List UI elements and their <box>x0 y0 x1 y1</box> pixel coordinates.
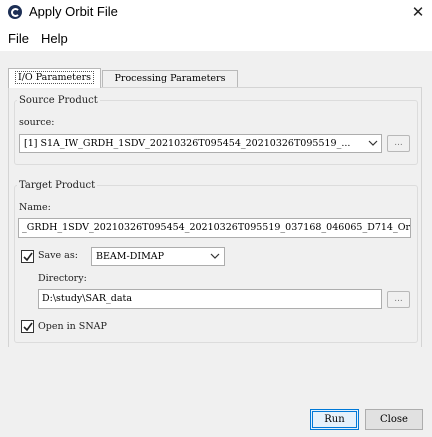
window-title: Apply Orbit File <box>29 4 118 19</box>
directory-label: Directory: <box>38 273 87 284</box>
run-button[interactable]: Run <box>310 409 359 430</box>
menu-bar: File Help <box>0 25 432 51</box>
run-button-label: Run <box>312 411 357 428</box>
save-as-label: Save as: <box>38 250 78 261</box>
target-name-input[interactable]: _GRDH_1SDV_20210326T095454_20210326T0955… <box>18 218 411 238</box>
open-in-snap-label: Open in SNAP <box>38 321 107 332</box>
menu-file[interactable]: File <box>8 31 29 46</box>
close-button[interactable]: Close <box>365 409 423 430</box>
tab-io-parameters[interactable]: I/O Parameters <box>8 68 101 88</box>
source-label: source: <box>19 117 55 128</box>
close-window-button[interactable]: ✕ <box>408 2 428 22</box>
target-product-title: Target Product <box>17 180 98 191</box>
source-product-group <box>14 100 418 165</box>
source-selected-value: [1] S1A_IW_GRDH_1SDV_20210326T095454_202… <box>24 138 351 149</box>
menu-help[interactable]: Help <box>41 31 68 46</box>
source-product-title: Source Product <box>17 95 100 106</box>
checkmark-icon <box>23 322 33 332</box>
format-selected-value: BEAM-DIMAP <box>96 251 165 262</box>
title-bar: Apply Orbit File ✕ <box>0 0 432 25</box>
tab-label: I/O Parameters <box>14 71 95 84</box>
save-as-checkbox[interactable] <box>21 250 34 263</box>
name-label: Name: <box>19 202 51 213</box>
save-format-select[interactable]: BEAM-DIMAP <box>91 247 225 266</box>
tab-label: Processing Parameters <box>114 73 226 84</box>
chevron-down-icon <box>368 140 378 146</box>
tab-processing-parameters[interactable]: Processing Parameters <box>102 70 238 87</box>
directory-input[interactable]: D:\study\SAR_data <box>38 289 382 309</box>
checkmark-icon <box>23 252 33 262</box>
source-browse-button[interactable]: ... <box>387 135 410 152</box>
open-in-snap-checkbox[interactable] <box>21 320 34 333</box>
source-product-select[interactable]: [1] S1A_IW_GRDH_1SDV_20210326T095454_202… <box>19 134 382 153</box>
directory-browse-button[interactable]: ... <box>387 291 410 308</box>
chevron-down-icon <box>210 253 220 259</box>
snap-logo-icon <box>8 5 22 19</box>
